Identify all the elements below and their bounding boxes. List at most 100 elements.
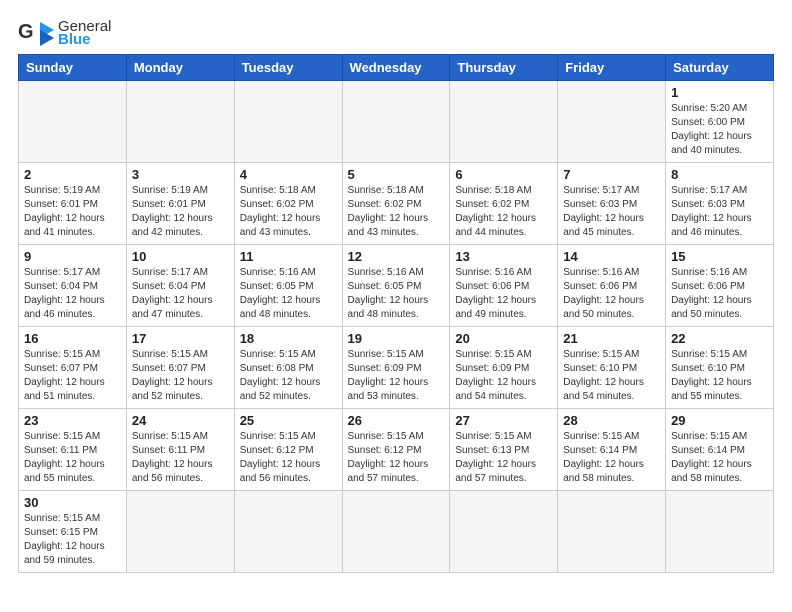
calendar-cell: 30Sunrise: 5:15 AMSunset: 6:15 PMDayligh… [19,491,127,573]
calendar-cell: 19 Sunrise: 5:15 AMSunset: 6:09 PMDayligh… [342,327,450,409]
day-number: 7 [563,167,660,182]
calendar-cell [558,491,666,573]
calendar-cell: 22 Sunrise: 5:15 AMSunset: 6:10 PMDayligh… [666,327,774,409]
calendar-week-1: 1Sunrise: 5:20 AMSunset: 6:00 PMDaylight… [19,81,774,163]
calendar-page: G General Blue SundayMondayTuesdayWednes… [0,0,792,583]
day-info: Sunrise: 5:15 AMSunset: 6:14 PMDaylight:… [671,430,768,486]
day-info: Sunrise: 5:17 AMSunset: 6:03 PMDaylight:… [563,184,660,240]
day-info: Sunrise: 5:15 AMSunset: 6:14 PMDaylight:… [563,430,660,486]
day-number: 8 [671,167,768,182]
page-header: G General Blue [18,18,774,48]
day-info: Sunrise: 5:16 AMSunset: 6:05 PMDaylight:… [240,266,337,322]
day-number: 25 [240,413,337,428]
day-info: Sunrise: 5:17 AMSunset: 6:04 PMDaylight:… [132,266,229,322]
day-info: Sunrise: 5:16 AMSunset: 6:06 PMDaylight:… [671,266,768,322]
day-number: 15 [671,249,768,264]
calendar-cell: 13Sunrise: 5:16 AMSunset: 6:06 PMDayligh… [450,245,558,327]
day-number: 5 [348,167,445,182]
calendar-cell [19,81,127,163]
calendar-cell: 27 Sunrise: 5:15 AMSunset: 6:13 PMDayligh… [450,409,558,491]
weekday-header-friday: Friday [558,55,666,81]
day-info: Sunrise: 5:15 AMSunset: 6:09 PMDaylight:… [455,348,552,404]
logo-icon: G [18,18,54,48]
calendar-cell [342,491,450,573]
day-number: 24 [132,413,229,428]
day-number: 14 [563,249,660,264]
calendar-cell: 21Sunrise: 5:15 AMSunset: 6:10 PMDayligh… [558,327,666,409]
day-info: Sunrise: 5:19 AMSunset: 6:01 PMDaylight:… [24,184,121,240]
calendar-cell: 3 Sunrise: 5:19 AMSunset: 6:01 PMDaylight… [126,163,234,245]
day-info: Sunrise: 5:15 AMSunset: 6:12 PMDaylight:… [348,430,445,486]
day-number: 28 [563,413,660,428]
day-info: Sunrise: 5:15 AMSunset: 6:09 PMDaylight:… [348,348,445,404]
day-info: Sunrise: 5:15 AMSunset: 6:13 PMDaylight:… [455,430,552,486]
calendar-cell: 7 Sunrise: 5:17 AMSunset: 6:03 PMDaylight… [558,163,666,245]
calendar-cell [342,81,450,163]
day-number: 2 [24,167,121,182]
calendar-cell: 9Sunrise: 5:17 AMSunset: 6:04 PMDaylight… [19,245,127,327]
day-info: Sunrise: 5:15 AMSunset: 6:12 PMDaylight:… [240,430,337,486]
calendar-week-4: 16 Sunrise: 5:15 AMSunset: 6:07 PMDayligh… [19,327,774,409]
day-number: 26 [348,413,445,428]
day-number: 19 [348,331,445,346]
logo: G General Blue [18,18,111,48]
day-info: Sunrise: 5:15 AMSunset: 6:07 PMDaylight:… [24,348,121,404]
weekday-header-saturday: Saturday [666,55,774,81]
calendar-cell: 14 Sunrise: 5:16 AMSunset: 6:06 PMDayligh… [558,245,666,327]
calendar-cell: 12 Sunrise: 5:16 AMSunset: 6:05 PMDayligh… [342,245,450,327]
weekday-header-thursday: Thursday [450,55,558,81]
day-number: 9 [24,249,121,264]
day-number: 3 [132,167,229,182]
calendar-cell: 5 Sunrise: 5:18 AMSunset: 6:02 PMDaylight… [342,163,450,245]
calendar-cell: 20 Sunrise: 5:15 AMSunset: 6:09 PMDayligh… [450,327,558,409]
calendar-cell [234,491,342,573]
weekday-header-wednesday: Wednesday [342,55,450,81]
calendar-cell: 28 Sunrise: 5:15 AMSunset: 6:14 PMDayligh… [558,409,666,491]
calendar-cell [234,81,342,163]
day-number: 6 [455,167,552,182]
day-number: 12 [348,249,445,264]
calendar-cell: 25 Sunrise: 5:15 AMSunset: 6:12 PMDayligh… [234,409,342,491]
calendar-cell: 16 Sunrise: 5:15 AMSunset: 6:07 PMDayligh… [19,327,127,409]
day-info: Sunrise: 5:15 AMSunset: 6:10 PMDaylight:… [563,348,660,404]
day-info: Sunrise: 5:18 AMSunset: 6:02 PMDaylight:… [240,184,337,240]
day-number: 30 [24,495,121,510]
calendar-cell: 24 Sunrise: 5:15 AMSunset: 6:11 PMDayligh… [126,409,234,491]
calendar-cell: 4Sunrise: 5:18 AMSunset: 6:02 PMDaylight… [234,163,342,245]
calendar-cell: 15 Sunrise: 5:16 AMSunset: 6:06 PMDayligh… [666,245,774,327]
calendar-cell [126,81,234,163]
day-info: Sunrise: 5:15 AMSunset: 6:11 PMDaylight:… [132,430,229,486]
calendar-week-5: 23Sunrise: 5:15 AMSunset: 6:11 PMDayligh… [19,409,774,491]
day-number: 22 [671,331,768,346]
calendar-cell: 1Sunrise: 5:20 AMSunset: 6:00 PMDaylight… [666,81,774,163]
calendar-cell [450,81,558,163]
day-info: Sunrise: 5:15 AMSunset: 6:07 PMDaylight:… [132,348,229,404]
day-info: Sunrise: 5:19 AMSunset: 6:01 PMDaylight:… [132,184,229,240]
day-info: Sunrise: 5:15 AMSunset: 6:11 PMDaylight:… [24,430,121,486]
calendar-week-6: 30Sunrise: 5:15 AMSunset: 6:15 PMDayligh… [19,491,774,573]
day-info: Sunrise: 5:15 AMSunset: 6:10 PMDaylight:… [671,348,768,404]
day-number: 29 [671,413,768,428]
calendar-cell: 8Sunrise: 5:17 AMSunset: 6:03 PMDaylight… [666,163,774,245]
day-number: 10 [132,249,229,264]
day-info: Sunrise: 5:15 AMSunset: 6:08 PMDaylight:… [240,348,337,404]
calendar-cell: 26 Sunrise: 5:15 AMSunset: 6:12 PMDayligh… [342,409,450,491]
day-info: Sunrise: 5:16 AMSunset: 6:05 PMDaylight:… [348,266,445,322]
day-number: 27 [455,413,552,428]
day-info: Sunrise: 5:18 AMSunset: 6:02 PMDaylight:… [348,184,445,240]
calendar-header-row: SundayMondayTuesdayWednesdayThursdayFrid… [19,55,774,81]
weekday-header-sunday: Sunday [19,55,127,81]
day-number: 16 [24,331,121,346]
day-number: 20 [455,331,552,346]
logo-text: General Blue [58,18,111,48]
calendar-cell: 17Sunrise: 5:15 AMSunset: 6:07 PMDayligh… [126,327,234,409]
calendar-cell: 29 Sunrise: 5:15 AMSunset: 6:14 PMDayligh… [666,409,774,491]
day-info: Sunrise: 5:16 AMSunset: 6:06 PMDaylight:… [455,266,552,322]
day-info: Sunrise: 5:16 AMSunset: 6:06 PMDaylight:… [563,266,660,322]
day-number: 11 [240,249,337,264]
weekday-header-tuesday: Tuesday [234,55,342,81]
calendar-week-3: 9 Sunrise: 5:17 AMSunset: 6:04 PMDaylight… [19,245,774,327]
calendar-cell [666,491,774,573]
calendar-cell: 2 Sunrise: 5:19 AMSunset: 6:01 PMDaylight… [19,163,127,245]
calendar-week-2: 2 Sunrise: 5:19 AMSunset: 6:01 PMDaylight… [19,163,774,245]
